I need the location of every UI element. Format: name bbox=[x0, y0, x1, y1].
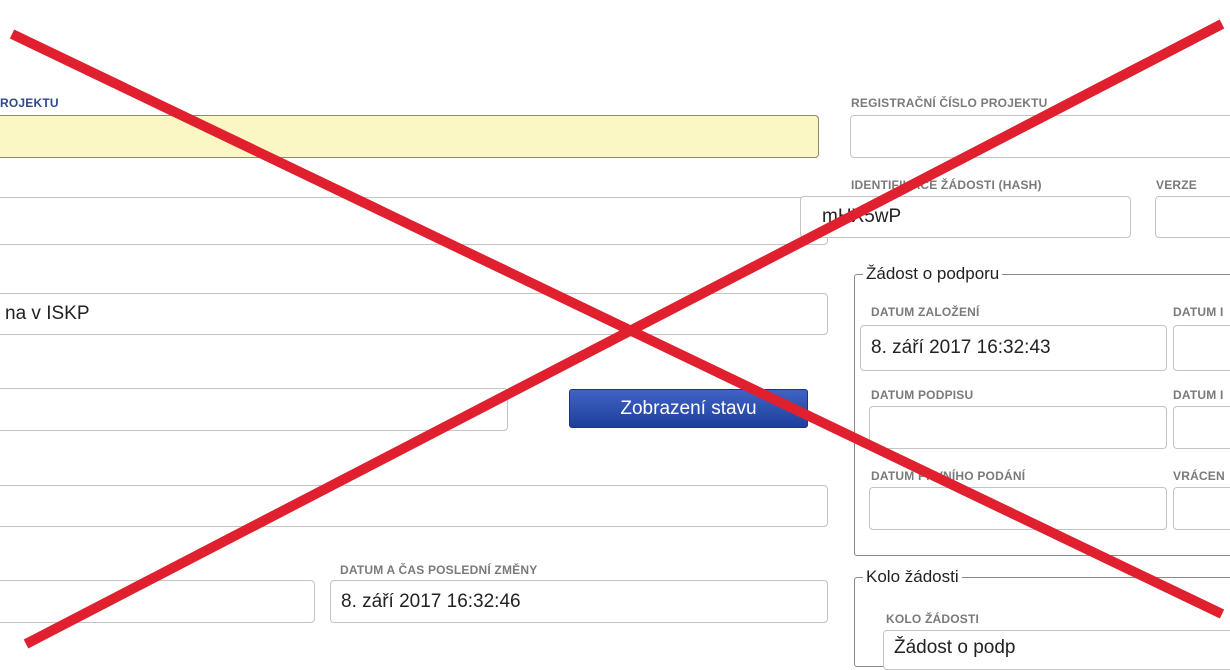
round-field[interactable]: Žádost o podp bbox=[883, 630, 1230, 670]
support-request-title: Žádost o podporu bbox=[866, 264, 1000, 283]
first-submit-field[interactable] bbox=[869, 487, 1167, 530]
round-label: KOLO ŽÁDOSTI bbox=[886, 612, 980, 626]
version-label: VERZE bbox=[1156, 178, 1198, 192]
last-change-field[interactable]: 8. září 2017 16:32:46 bbox=[330, 580, 828, 623]
project-name-label: ROJEKTU bbox=[0, 96, 59, 110]
state-field[interactable]: na v ISKP bbox=[0, 293, 828, 335]
first-submit-label: DATUM PRVNÍHO PODÁNÍ bbox=[871, 469, 1026, 483]
project-field-5[interactable] bbox=[0, 485, 828, 527]
hash-label: IDENTIFIKACE ŽÁDOSTI (HASH) bbox=[851, 178, 1042, 192]
last-change-value: 8. září 2017 16:32:46 bbox=[341, 590, 521, 612]
project-field-6[interactable] bbox=[0, 580, 315, 623]
returned-field[interactable] bbox=[1173, 487, 1230, 530]
hash-field[interactable]: mHX5wP bbox=[800, 196, 1131, 238]
signature-date-field[interactable] bbox=[869, 406, 1167, 449]
project-name-field[interactable] bbox=[0, 115, 819, 158]
request-round-title: Kolo žádosti bbox=[866, 567, 959, 586]
version-field[interactable] bbox=[1155, 196, 1230, 238]
created-date-label: DATUM ZALOŽENÍ bbox=[871, 305, 980, 319]
registration-number-field[interactable] bbox=[850, 115, 1230, 158]
signature-date-label: DATUM PODPISU bbox=[871, 388, 974, 402]
registration-number-label: REGISTRAČNÍ ČÍSLO PROJEKTU bbox=[851, 96, 1048, 110]
show-status-button[interactable]: Zobrazení stavu bbox=[569, 389, 808, 428]
created-date-field[interactable]: 8. září 2017 16:32:43 bbox=[860, 325, 1167, 371]
state-value: na v ISKP bbox=[5, 303, 90, 324]
date-col2-row2-field[interactable] bbox=[1173, 406, 1230, 449]
last-change-label: DATUM A ČAS POSLEDNÍ ZMĚNY bbox=[340, 563, 538, 577]
date-col2-row1-field[interactable] bbox=[1173, 325, 1230, 371]
returned-label: VRÁCEN bbox=[1173, 469, 1225, 483]
hash-value: mHX5wP bbox=[822, 206, 902, 227]
project-field-2[interactable] bbox=[0, 197, 828, 245]
created-date-value: 8. září 2017 16:32:43 bbox=[871, 337, 1051, 358]
date-col2-row2-label: DATUM I bbox=[1173, 388, 1224, 402]
round-value: Žádost o podp bbox=[894, 637, 1016, 658]
date-col2-row1-label: DATUM I bbox=[1173, 305, 1224, 319]
state-code-field[interactable] bbox=[0, 388, 508, 431]
